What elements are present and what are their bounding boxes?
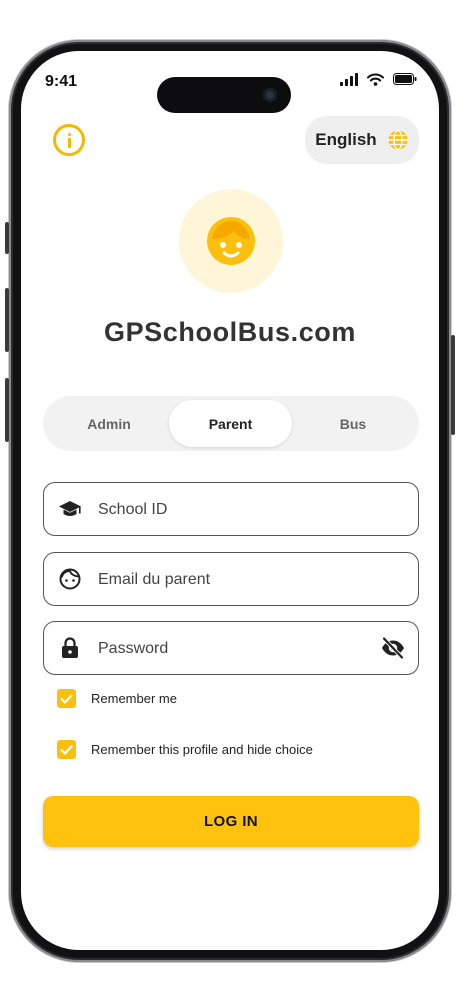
- dynamic-island: [157, 77, 291, 113]
- tab-admin[interactable]: Admin: [51, 400, 167, 447]
- remember-profile-checkbox[interactable]: [57, 740, 76, 759]
- language-selector[interactable]: English: [305, 116, 419, 164]
- volume-down-button: [5, 378, 9, 442]
- language-label: English: [315, 130, 377, 149]
- status-icons: [340, 71, 417, 87]
- action-button: [5, 222, 9, 254]
- battery-icon: [393, 73, 417, 85]
- login-button[interactable]: LOG IN: [43, 796, 419, 847]
- child-face-icon: [207, 217, 255, 265]
- power-button: [451, 335, 455, 435]
- app-screen: 9:41 English GPSchoolBus.com Admin Paren…: [21, 51, 439, 950]
- wifi-icon: [367, 73, 384, 86]
- remember-me-checkbox[interactable]: [57, 689, 76, 708]
- status-time: 9:41: [45, 73, 78, 90]
- password-field[interactable]: [43, 621, 419, 675]
- info-icon[interactable]: [53, 124, 85, 156]
- graduation-cap-icon: [58, 497, 82, 521]
- checkmark-icon: [60, 693, 73, 704]
- cellular-signal-icon: [340, 72, 358, 86]
- email-field[interactable]: [43, 552, 419, 606]
- face-icon: [58, 567, 82, 591]
- lock-icon: [58, 636, 82, 660]
- camera-icon: [263, 88, 277, 102]
- app-title: GPSchoolBus.com: [103, 317, 357, 347]
- role-tabs: Admin Parent Bus: [43, 396, 419, 451]
- volume-up-button: [5, 288, 9, 352]
- password-input[interactable]: [96, 622, 360, 675]
- remember-profile-option[interactable]: Remember this profile and hide choice: [57, 740, 313, 759]
- tab-parent[interactable]: Parent: [169, 400, 292, 447]
- email-input[interactable]: [96, 553, 360, 606]
- school-id-field[interactable]: [43, 482, 419, 536]
- checkmark-icon: [60, 744, 73, 755]
- remember-profile-label: Remember this profile and hide choice: [91, 742, 313, 757]
- remember-me-label: Remember me: [91, 691, 177, 706]
- tab-bus[interactable]: Bus: [295, 400, 411, 447]
- remember-me-option[interactable]: Remember me: [57, 689, 177, 708]
- globe-icon: [388, 129, 408, 151]
- avatar: [179, 189, 283, 293]
- school-id-input[interactable]: [96, 483, 360, 536]
- eye-off-icon[interactable]: [380, 636, 406, 660]
